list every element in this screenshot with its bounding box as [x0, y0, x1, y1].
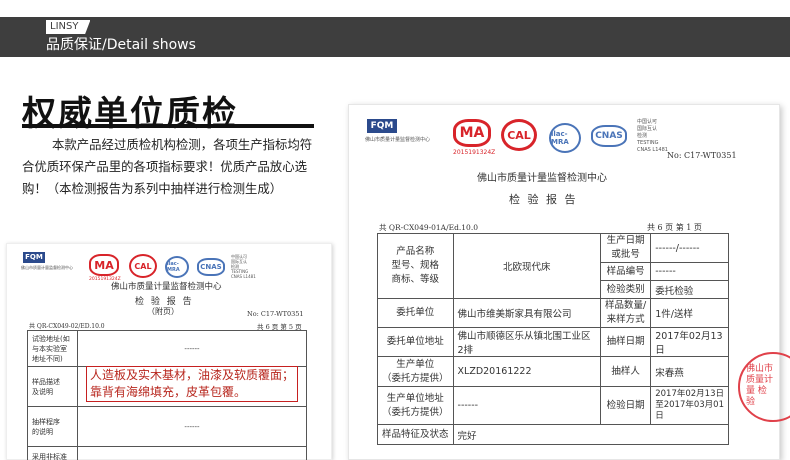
- appendix-label: （附页）: [147, 307, 179, 316]
- sample-condition-value: 完好: [452, 424, 730, 445]
- intro-description: 本款产品经过质检机构检测，各项生产指标均符合优质环保产品里的各项指标要求！优质产…: [22, 137, 313, 196]
- inspection-type-value: 委托检验: [650, 280, 729, 299]
- fqm-caption: 佛山市质量计量监督检测中心: [365, 137, 431, 143]
- ilac-mra-logo-icon: ilac-MRA: [165, 256, 189, 278]
- inspection-date-value: 2017年02月13日 至2017年03月01 日: [650, 386, 729, 425]
- product-name-value: 北欧现代床: [452, 233, 602, 299]
- client-value: 佛山市维美斯家具有限公司: [452, 298, 602, 328]
- manufacturer-label: 生产单位 （委托方提供）: [377, 356, 454, 387]
- sampling-procedure-value: ------: [77, 406, 307, 447]
- fqm-logo: FQM: [23, 252, 45, 263]
- heading-underline: [22, 124, 314, 128]
- cnas-logo-icon: CNAS: [591, 125, 627, 147]
- cal-logo-icon: CAL: [129, 254, 157, 278]
- brand-tag: LINSY: [46, 20, 91, 34]
- test-report-page-1: FQM 佛山市质量计量监督检测中心 MA 2015191324Z CAL ila…: [348, 104, 780, 460]
- production-date-label: 生产日期 或批号: [600, 233, 652, 263]
- highlighted-sample-description: 人造板及实木基材，油漆及软质覆面； 靠背有海绵填充，皮革包覆。: [86, 366, 299, 402]
- product-name-label: 产品名称 型号、规格 商标、等级: [377, 233, 454, 299]
- sampling-date-value: 2017年02月13日: [650, 327, 729, 357]
- nonstandard-method-label: 采用非标准 方法的说明: [27, 446, 78, 460]
- production-date-value: ------/------: [650, 233, 729, 263]
- testing-center-name: 佛山市质量计量监督检测中心: [477, 173, 607, 184]
- sample-quantity-label: 样品数量/ 来样方式: [600, 298, 652, 328]
- nonstandard-method-value: [77, 446, 307, 460]
- ilac-mra-logo-icon: ilac-MRA: [549, 123, 581, 153]
- page-count: 共 6 页 第 1 页: [647, 223, 702, 232]
- sampling-procedure-label: 抽样程序 的说明: [27, 406, 78, 447]
- client-address-value: 佛山市顺德区乐从镇北围工业区2排: [452, 327, 602, 357]
- manufacturer-address-value: ------: [452, 386, 602, 425]
- report-info-table: 产品名称 型号、规格 商标、等级 北欧现代床 生产日期 或批号 ------/-…: [377, 233, 730, 445]
- inspection-date-label: 检验日期: [600, 386, 652, 425]
- sample-description-label: 样品描述 及说明: [27, 366, 78, 407]
- manufacturer-value: XLZD20161222: [452, 356, 602, 387]
- highlight-line-1: 人造板及实木基材，油漆及软质覆面；: [90, 368, 295, 382]
- section-title: 品质保证/Detail shows: [46, 37, 196, 53]
- form-code: 共 QR-CX049-02/ED.10.0: [29, 323, 105, 330]
- cal-logo-icon: CAL: [501, 119, 537, 151]
- fqm-logo: FQM: [367, 119, 397, 133]
- report-number: No: C17-WT0351: [247, 310, 304, 318]
- manufacturer-address-label: 生产单位地址 （委托方提供）: [377, 386, 454, 425]
- fqm-caption: 佛山市质量计量监督检测中心: [21, 265, 73, 270]
- sampling-date-label: 抽样日期: [600, 327, 652, 357]
- sample-number-value: ------: [650, 262, 729, 281]
- sampler-label: 抽样人: [600, 356, 652, 387]
- testing-center-name: 佛山市质量计量监督检测中心: [111, 282, 222, 292]
- test-address-label: 试验地址(如 与本实验室 地址不同): [27, 330, 78, 367]
- sample-quantity-value: 1件/送样: [650, 298, 729, 328]
- report-title: 检 验 报 告: [509, 193, 578, 206]
- cnas-caption: 中国认可 国际互认 检测 TESTING CNAS L1481: [231, 254, 256, 279]
- cnas-logo-icon: CNAS: [197, 258, 225, 276]
- highlight-line-2: 靠背有海绵填充，皮革包覆。: [90, 385, 247, 399]
- sample-condition-label: 样品特征及状态: [377, 424, 454, 445]
- client-label: 委托单位: [377, 298, 454, 328]
- sample-number-label: 样品编号: [600, 262, 652, 281]
- form-code: 共 QR-CX049-01A/Ed.10.0: [379, 223, 478, 232]
- cnas-caption: 中国认可 国际互认 检测 TESTING CNAS L1481: [637, 119, 668, 153]
- inspection-type-label: 检验类别: [600, 280, 652, 299]
- cma-number: 2015191324Z: [453, 149, 496, 156]
- cma-logo-icon: MA: [453, 119, 491, 147]
- report-number: No: C17-WT0351: [667, 151, 737, 160]
- cma-logo-icon: MA: [89, 254, 119, 276]
- test-address-value: ------: [77, 330, 307, 367]
- client-address-label: 委托单位地址: [377, 327, 454, 357]
- sampler-value: 宋春燕: [650, 356, 729, 387]
- test-report-appendix: FQM 佛山市质量计量监督检测中心 MA 2015191324Z CAL ila…: [6, 243, 332, 460]
